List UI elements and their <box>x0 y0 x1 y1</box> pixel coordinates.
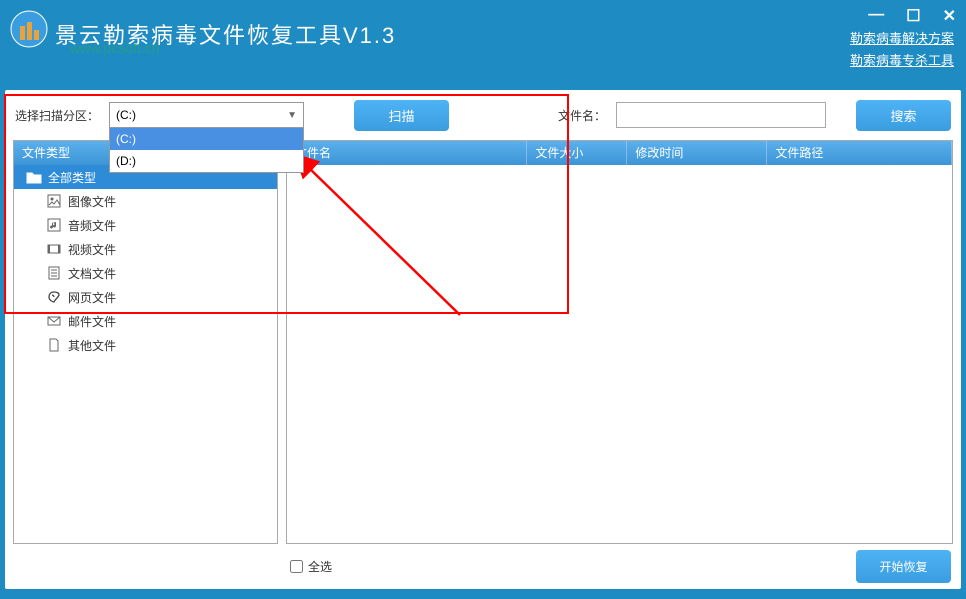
folder-icon <box>26 169 42 185</box>
search-button[interactable]: 搜索 <box>856 100 951 131</box>
select-all-checkbox[interactable]: 全选 <box>290 558 332 575</box>
video-icon <box>46 241 62 257</box>
tree-item-image[interactable]: 图像文件 <box>14 189 277 213</box>
tree-item-mail[interactable]: 邮件文件 <box>14 309 277 333</box>
filename-label: 文件名： <box>558 107 606 124</box>
close-button[interactable]: ✕ <box>943 6 956 26</box>
watermark-text: www.pcsoft.cn <box>70 40 159 56</box>
app-logo-icon <box>8 8 50 50</box>
tree-item-audio[interactable]: 音频文件 <box>14 213 277 237</box>
doc-icon <box>46 265 62 281</box>
tree-item-web[interactable]: 网页文件 <box>14 285 277 309</box>
sidebar: 文件类型 全部类型 图像文件 音频文件 视频文件 文档文件 <box>13 140 278 544</box>
recover-button[interactable]: 开始恢复 <box>856 550 951 583</box>
audio-icon <box>46 217 62 233</box>
tree-item-label: 其他文件 <box>68 337 116 354</box>
select-all-label: 全选 <box>308 558 332 575</box>
tree-item-label: 音频文件 <box>68 217 116 234</box>
mail-icon <box>46 313 62 329</box>
partition-option-d[interactable]: (D:) <box>110 150 303 172</box>
solution-link[interactable]: 勒索病毒解决方案 <box>850 28 954 50</box>
tree-item-label: 视频文件 <box>68 241 116 258</box>
partition-selected-value: (C:) <box>116 108 136 122</box>
image-icon <box>46 193 62 209</box>
tree-item-doc[interactable]: 文档文件 <box>14 261 277 285</box>
minimize-button[interactable]: — <box>868 6 884 26</box>
file-icon <box>46 337 62 353</box>
chevron-down-icon: ▼ <box>287 110 297 121</box>
tree-item-other[interactable]: 其他文件 <box>14 333 277 357</box>
titlebar: 景云勒索病毒文件恢复工具V1.3 www.pcsoft.cn — ☐ ✕ 勒索病… <box>0 0 966 85</box>
partition-dropdown-list: (C:) (D:) <box>109 127 304 173</box>
partition-label: 选择扫描分区： <box>15 107 99 124</box>
filename-input[interactable] <box>616 102 826 128</box>
column-filesize[interactable]: 文件大小 <box>527 141 627 165</box>
tree-item-label: 文档文件 <box>68 265 116 282</box>
column-modified[interactable]: 修改时间 <box>627 141 767 165</box>
web-icon <box>46 289 62 305</box>
scan-button[interactable]: 扫描 <box>354 100 449 131</box>
column-path[interactable]: 文件路径 <box>767 141 952 165</box>
file-table: 文件名 文件大小 修改时间 文件路径 <box>286 140 953 544</box>
tree-item-label: 图像文件 <box>68 193 116 210</box>
tree-item-label: 网页文件 <box>68 289 116 306</box>
partition-dropdown[interactable]: (C:) ▼ <box>109 102 304 128</box>
partition-option-c[interactable]: (C:) <box>110 128 303 150</box>
top-controls: 选择扫描分区： (C:) ▼ (C:) (D:) 扫描 文件名： 搜索 <box>5 90 961 140</box>
tree-item-label: 邮件文件 <box>68 313 116 330</box>
tree-item-video[interactable]: 视频文件 <box>14 237 277 261</box>
killer-tool-link[interactable]: 勒索病毒专杀工具 <box>850 50 954 72</box>
main-panel: 选择扫描分区： (C:) ▼ (C:) (D:) 扫描 文件名： 搜索 文件类型 <box>5 90 961 589</box>
column-filename[interactable]: 文件名 <box>287 141 527 165</box>
maximize-button[interactable]: ☐ <box>906 6 920 26</box>
bottom-bar: 全选 开始恢复 <box>5 544 961 589</box>
select-all-input[interactable] <box>290 560 303 573</box>
tree-root-label: 全部类型 <box>48 169 96 186</box>
